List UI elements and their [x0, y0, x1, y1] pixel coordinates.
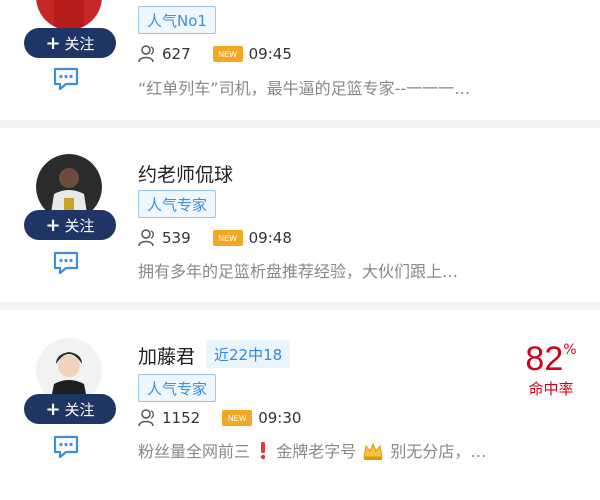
new-badge: NEW [222, 410, 253, 426]
card-divider [0, 302, 600, 310]
expert-tag: 人气No1 [138, 6, 216, 34]
expert-avatar[interactable] [36, 0, 102, 30]
plus-icon: + [45, 398, 61, 420]
expert-description: “红单列车”司机，最牛逼的足篮专家--一一一… [138, 79, 471, 98]
follower-count: 627 [162, 45, 191, 63]
follow-button[interactable]: + 关注 [24, 28, 116, 58]
hit-rate: 82% 命中率 [514, 340, 588, 399]
expert-stats: 1152 NEW 09:30 [138, 406, 301, 430]
expert-name[interactable]: 约老师侃球 [138, 160, 233, 187]
new-badge: NEW [212, 230, 243, 246]
followers-icon [138, 409, 154, 427]
chat-icon[interactable] [52, 66, 80, 92]
expert-stats: 539 NEW 09:48 [138, 226, 292, 250]
expert-description: 拥有多年的足篮析盘推荐经验，大伙们跟上… [138, 262, 459, 281]
expert-name[interactable]: 加藤君 [138, 342, 195, 369]
post-time: 09:45 [248, 45, 292, 63]
card-divider [0, 120, 600, 128]
follow-button[interactable]: + 关注 [24, 210, 116, 240]
expert-card-1[interactable]: + 关注 人气No1 627 NEW 09:45 “红单列车”司机，最牛逼的足篮… [0, 0, 600, 118]
crown-icon [363, 442, 383, 460]
exclamation-icon [260, 442, 266, 460]
expert-stats: 627 NEW 09:45 [138, 42, 292, 66]
hit-rate-value: 82 [525, 340, 564, 378]
new-badge: NEW [212, 46, 243, 62]
followers-icon [138, 229, 154, 247]
expert-description: 粉丝量全网前三 金牌老字号 别无分店，… [138, 442, 487, 461]
follower-count: 539 [162, 229, 191, 247]
hit-rate-unit: % [563, 342, 577, 358]
follow-button[interactable]: + 关注 [24, 394, 116, 424]
plus-icon: + [45, 32, 61, 54]
expert-card-2[interactable]: + 关注 约老师侃球 人气专家 539 NEW 09:48 拥有多年的足篮析盘推… [0, 128, 600, 300]
post-time: 09:48 [248, 229, 292, 247]
expert-tag: 人气专家 [138, 190, 217, 218]
plus-icon: + [45, 214, 61, 236]
post-time: 09:30 [258, 409, 302, 427]
chat-icon[interactable] [52, 434, 80, 460]
chat-icon[interactable] [52, 250, 80, 276]
followers-icon [138, 45, 154, 63]
win-streak-badge: 近22中18 [206, 340, 291, 368]
expert-tag: 人气专家 [138, 374, 217, 402]
hit-rate-label: 命中率 [528, 380, 574, 398]
expert-card-3[interactable]: + 关注 加藤君 近22中18 人气专家 1152 NEW 09:30 粉丝量全… [0, 310, 600, 500]
follower-count: 1152 [162, 409, 201, 427]
